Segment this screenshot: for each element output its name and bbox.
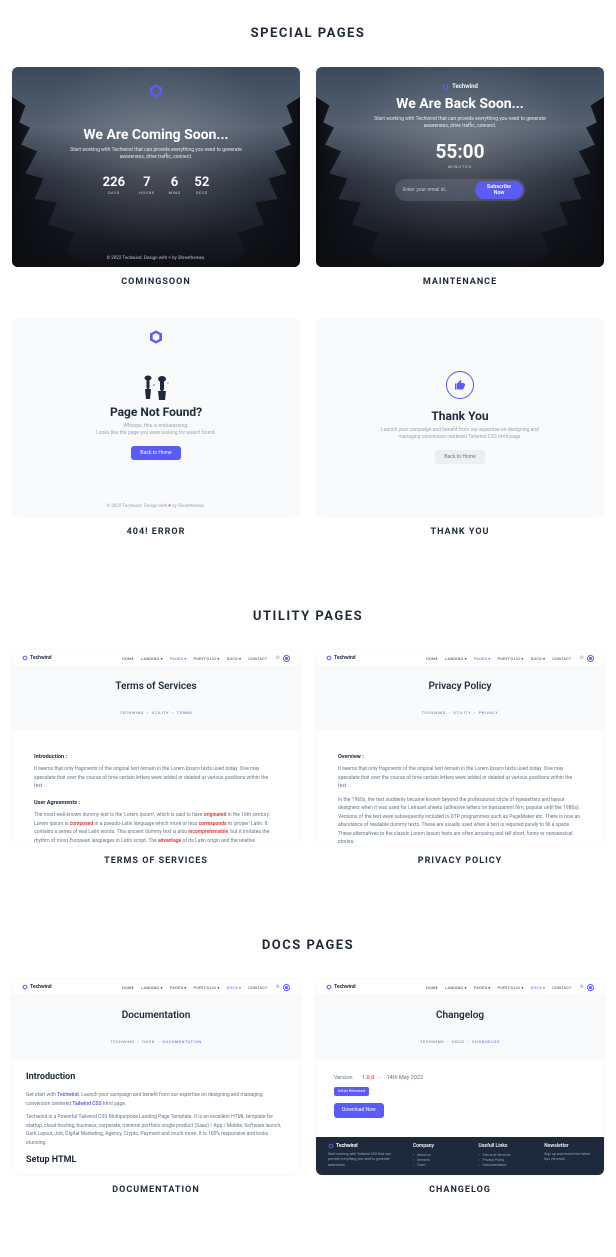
subscribe-button[interactable]: Subscribe Now — [475, 181, 523, 199]
page-title: Terms of Services — [115, 681, 196, 692]
terms-preview[interactable]: Techwind HOMELANDING ▾PAGES ▾PORTFOLIO ▾… — [12, 650, 300, 846]
agreements-heading: User Agreements : — [34, 799, 278, 808]
maintenance-title: We Are Back Soon... — [396, 96, 524, 112]
navbar: Techwind HOMELANDING ▾PAGES ▾PORTFOLIO ▾… — [316, 651, 604, 665]
card-label: DOCUMENTATION — [12, 1185, 300, 1195]
intro-heading: Introduction : — [34, 753, 278, 762]
card-label: COMINGSOON — [12, 277, 300, 287]
card-label: TERMS OF SERVICES — [12, 856, 300, 866]
card-label: THANK YOU — [316, 527, 604, 537]
404-subtitle: Whoops, this is embarassing.Looks like t… — [96, 423, 216, 438]
section-title-utility: UTILITY PAGES — [0, 609, 616, 624]
maintenance-preview[interactable]: Techwind We Are Back Soon... Start worki… — [316, 67, 604, 267]
page-footer: Techwind Start working with Tailwind CSS… — [316, 1137, 604, 1175]
agreements-text: The most well-known dummy text is the 'L… — [34, 811, 278, 846]
thumbsup-icon — [446, 371, 474, 399]
404-preview[interactable]: Page Not Found? Whoops, this is embarass… — [12, 317, 300, 517]
comingsoon-title: We Are Coming Soon... — [83, 127, 228, 143]
navbar: Techwind HOMELANDING ▾PAGES ▾PORTFOLIO ▾… — [316, 980, 604, 994]
card-privacy: Techwind HOMELANDING ▾PAGES ▾PORTFOLIO ▾… — [316, 650, 604, 872]
404-footer: © 2022 Techwind. Design with ♥ by Shreet… — [12, 503, 300, 509]
page-title: Privacy Policy — [429, 681, 492, 692]
comingsoon-footer: © 2022 Techwind. Design with ♥ by Shreet… — [12, 255, 300, 261]
section-title-special: SPECIAL PAGES — [0, 26, 616, 41]
card-documentation: Techwind HOMELANDING ▾PAGES ▾PORTFOLIO ▾… — [12, 979, 300, 1201]
user-icon[interactable] — [283, 984, 290, 991]
doc-p2: Techwind is a Powerful Tailwind CSS Mult… — [26, 1113, 286, 1147]
overview-text-2: In the 1960s, the text suddenly became k… — [338, 796, 582, 846]
intro-text: It seems that only fragments of the orig… — [34, 765, 278, 791]
brand: Techwind — [442, 83, 478, 90]
card-maintenance: Techwind We Are Back Soon... Start worki… — [316, 67, 604, 293]
doc-p1: Get start with Techwind. Launch your cam… — [26, 1091, 286, 1108]
card-label: MAINTENANCE — [316, 277, 604, 287]
page-title: Documentation — [122, 1010, 191, 1021]
section-title-docs: DOCS PAGES — [0, 938, 616, 953]
navbar: Techwind HOMELANDING ▾PAGES ▾PORTFOLIO ▾… — [12, 651, 300, 665]
back-home-button[interactable]: Back to Home — [435, 450, 484, 464]
comingsoon-subtitle: Start working with Techwind that can pro… — [66, 147, 246, 161]
breadcrumb: TECHWIND › UTILITY › PRIVACY — [422, 710, 499, 715]
maintenance-time: 55:00 — [436, 140, 485, 163]
documentation-preview[interactable]: Techwind HOMELANDING ▾PAGES ▾PORTFOLIO ▾… — [12, 979, 300, 1175]
thankyou-subtitle: Launch your campaign and benefit from ou… — [370, 427, 550, 442]
gear-icon[interactable]: ⚙ — [276, 655, 280, 661]
card-terms: Techwind HOMELANDING ▾PAGES ▾PORTFOLIO ▾… — [12, 650, 300, 872]
thankyou-title: Thank You — [431, 409, 488, 423]
comingsoon-preview[interactable]: We Are Coming Soon... Start working with… — [12, 67, 300, 267]
breadcrumb: TECHWIND › DOCS › CHANGELOG — [420, 1039, 500, 1044]
user-icon[interactable] — [283, 655, 290, 662]
overview-text-1: It seems that only fragments of the orig… — [338, 765, 582, 791]
card-label: PRIVACY POLICY — [316, 856, 604, 866]
subscribe-form: Subscribe Now — [395, 179, 525, 201]
user-icon[interactable] — [587, 984, 594, 991]
overview-heading: Overview : — [338, 753, 582, 762]
card-thankyou: Thank You Launch your campaign and benef… — [316, 317, 604, 543]
maintenance-time-label: MINUTES — [448, 164, 472, 169]
card-label: CHANGELOG — [316, 1185, 604, 1195]
card-comingsoon: We Are Coming Soon... Start working with… — [12, 67, 300, 293]
maintenance-subtitle: Start working with Techwind that can pro… — [370, 116, 550, 130]
gear-icon[interactable]: ⚙ — [276, 984, 280, 990]
back-home-button[interactable]: Back to Home — [131, 446, 180, 460]
card-label: 404! ERROR — [12, 527, 300, 537]
nav-items[interactable]: HOMELANDING ▾PAGES ▾PORTFOLIO ▾DOCS ▾CON… — [426, 985, 572, 990]
user-icon[interactable] — [587, 655, 594, 662]
privacy-preview[interactable]: Techwind HOMELANDING ▾PAGES ▾PORTFOLIO ▾… — [316, 650, 604, 846]
breadcrumb: TECHWIND › DOCS › DOCUMENTATION — [110, 1039, 201, 1044]
card-changelog: Techwind HOMELANDING ▾PAGES ▾PORTFOLIO ▾… — [316, 979, 604, 1201]
download-button[interactable]: Download Now — [334, 1103, 384, 1118]
thankyou-preview[interactable]: Thank You Launch your campaign and benef… — [316, 317, 604, 517]
nav-items[interactable]: HOMELANDING ▾PAGES ▾PORTFOLIO ▾DOCS ▾CON… — [426, 656, 572, 661]
navbar: Techwind HOMELANDING ▾PAGES ▾PORTFOLIO ▾… — [12, 980, 300, 994]
email-input[interactable] — [397, 184, 475, 196]
countdown: 226DAYS 7HOURS 6MINS 52SECS — [103, 175, 210, 195]
gear-icon[interactable]: ⚙ — [580, 984, 584, 990]
logo-icon — [148, 83, 164, 99]
nav-items[interactable]: HOMELANDING ▾PAGES ▾PORTFOLIO ▾DOCS ▾CON… — [122, 985, 268, 990]
doc-h1: Introduction — [26, 1070, 286, 1085]
card-404: Page Not Found? Whoops, this is embarass… — [12, 317, 300, 543]
404-title: Page Not Found? — [110, 405, 202, 419]
nav-items[interactable]: HOMELANDING ▾PAGES ▾PORTFOLIO ▾DOCS ▾CON… — [122, 656, 268, 661]
release-badge: Initial Released — [334, 1087, 369, 1096]
changelog-preview[interactable]: Techwind HOMELANDING ▾PAGES ▾PORTFOLIO ▾… — [316, 979, 604, 1175]
doc-h2: Setup HTML — [26, 1153, 286, 1168]
version-row: Version 1.0.0 - 14th May 2022 — [334, 1074, 586, 1083]
gear-icon[interactable]: ⚙ — [580, 655, 584, 661]
404-illustration — [139, 375, 173, 401]
page-title: Changelog — [436, 1010, 484, 1021]
breadcrumb: TECHWIND › UTILITY › TERMS — [120, 710, 193, 715]
